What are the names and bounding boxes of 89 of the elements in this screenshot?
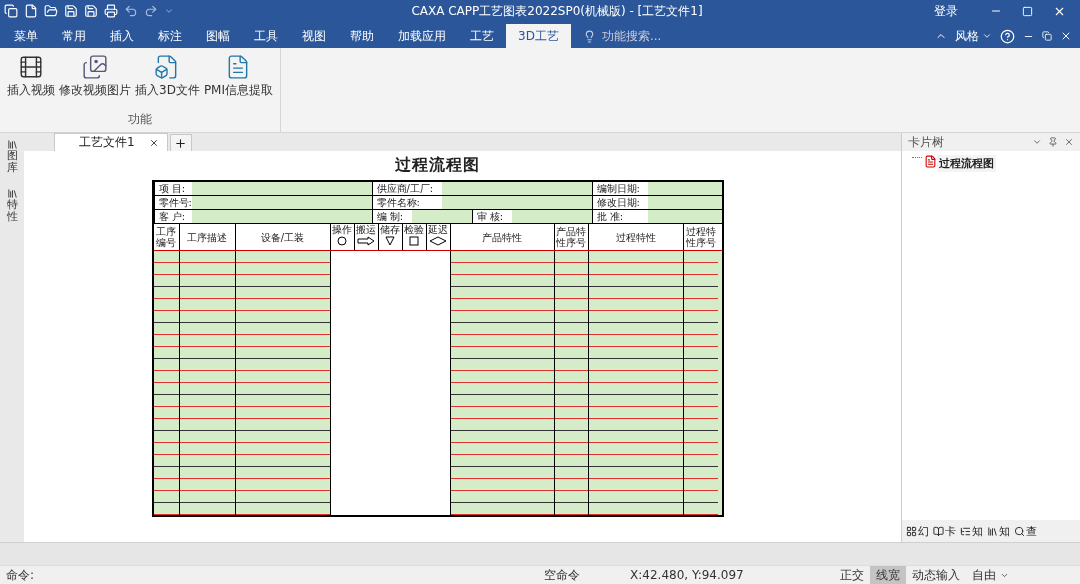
film-icon (18, 54, 44, 80)
ribbon-button[interactable]: 插入3D文件 (134, 52, 201, 101)
form-label: 编 制: (371, 210, 412, 223)
printer-icon[interactable] (104, 4, 118, 18)
tab-icon (1014, 525, 1025, 537)
pin-icon[interactable] (1048, 137, 1058, 147)
ribbon-tab[interactable]: 菜单 (2, 24, 50, 48)
form-label: 零件名称: (371, 196, 442, 209)
library-icon (6, 188, 18, 200)
column-header: 工序描述 (179, 224, 236, 250)
restore-icon[interactable] (1042, 31, 1052, 41)
column-header: 过程特性 (588, 224, 684, 250)
ribbon-tab[interactable]: 视图 (290, 24, 338, 48)
status-toggle[interactable]: 正交 (833, 566, 870, 584)
ribbon-tab[interactable]: 常用 (50, 24, 98, 48)
column-header: 操作 (332, 224, 352, 236)
panel-tab[interactable]: 知 (960, 523, 983, 539)
column-header: 产品特性 (450, 224, 555, 250)
close-icon[interactable] (1064, 137, 1074, 147)
ribbon-tab[interactable]: 插入 (98, 24, 146, 48)
coordinates: X:42.480, Y:94.097 (630, 568, 744, 582)
panel-tab[interactable]: 查 (1014, 523, 1037, 539)
form-label: 批 准: (591, 210, 648, 223)
login-link[interactable]: 登录 (934, 2, 958, 20)
save-icon[interactable] (64, 4, 78, 18)
command-label: 命令: (6, 566, 35, 584)
arrow-symbol-icon (357, 236, 375, 246)
ribbon-tab[interactable]: 工艺 (458, 24, 506, 48)
ribbon-tab[interactable]: 3D工艺 (506, 24, 571, 48)
ribbon-tab[interactable]: 标注 (146, 24, 194, 48)
sheet-title: 过程流程图 (395, 155, 480, 176)
side-panel-tab[interactable]: 图库 (6, 139, 18, 175)
panel-tab[interactable]: 知 (987, 523, 1010, 539)
form-label: 供应商/工厂: (371, 182, 442, 195)
close-icon[interactable] (148, 137, 159, 148)
column-header: 检验 (404, 224, 424, 236)
column-header: 过程特性序号 (684, 225, 717, 250)
column-header: 搬运 (356, 224, 376, 236)
form-label: 项 目: (153, 182, 192, 195)
column-header: 产品特性序号 (554, 224, 589, 250)
status-toggle[interactable]: 线宽 (869, 566, 906, 584)
ribbon-tab[interactable]: 加载应用 (386, 24, 458, 48)
command-state: 空命令 (544, 566, 581, 584)
maximize-icon[interactable] (1022, 5, 1033, 17)
column-header: 延迟 (428, 224, 448, 236)
diamond-symbol-icon (429, 236, 447, 246)
column-header: 工序编号 (153, 224, 180, 250)
caret-icon (982, 31, 992, 41)
ribbon-tab[interactable]: 帮助 (338, 24, 386, 48)
status-toggle[interactable]: 自由 (965, 566, 1015, 584)
ribbon-button[interactable]: 插入视频 (6, 52, 56, 101)
tab-icon (987, 525, 998, 537)
new-file-icon[interactable] (24, 4, 38, 18)
ribbon-tab[interactable]: 图幅 (194, 24, 242, 48)
ribbon-button[interactable]: PMI信息提取 (202, 52, 274, 101)
form-label: 编制日期: (591, 182, 648, 195)
panel-tab[interactable]: 幻 (906, 523, 929, 539)
close-icon[interactable] (1060, 30, 1072, 42)
form-label: 客 户: (153, 210, 192, 223)
status-toggle[interactable]: 动态输入 (905, 566, 966, 584)
panel-tab[interactable]: 卡 (933, 523, 956, 539)
images-icon (82, 54, 108, 80)
tab-icon (906, 525, 917, 537)
feature-search-field[interactable]: 功能搜索... (582, 24, 662, 48)
form-label: 零件号: (153, 196, 192, 209)
add-tab-icon[interactable] (169, 134, 192, 151)
redo-icon[interactable] (144, 4, 158, 18)
ribbon-button[interactable]: 修改视频图片 (58, 52, 132, 101)
column-header: 储存 (380, 224, 400, 236)
window-title: CAXA CAPP工艺图表2022SP0(机械版) - [工艺文件1] (410, 2, 704, 20)
document-icon (924, 155, 937, 168)
help-icon[interactable] (1000, 28, 1015, 44)
library-icon (6, 139, 18, 150)
tab-icon (933, 525, 944, 537)
undo-icon[interactable] (124, 4, 138, 18)
folder-icon[interactable] (44, 4, 58, 18)
tab-icon (960, 525, 971, 537)
caret-icon[interactable] (1032, 137, 1042, 147)
side-panel-tab[interactable]: 特性 (6, 188, 18, 224)
document-tab[interactable]: 工艺文件1 (54, 133, 168, 151)
ribbon-tab[interactable]: 工具 (242, 24, 290, 48)
group-label: 功能 (127, 111, 153, 128)
column-header: 设备/工装 (235, 224, 331, 250)
tree-item[interactable]: 过程流程图 (937, 155, 996, 172)
form-label: 修改日期: (591, 196, 648, 209)
panel-title: 卡片树 (908, 133, 945, 151)
form-label: 审 核: (471, 210, 512, 223)
save-all-icon[interactable] (84, 4, 98, 18)
style-menu[interactable]: 风格 (955, 27, 992, 45)
